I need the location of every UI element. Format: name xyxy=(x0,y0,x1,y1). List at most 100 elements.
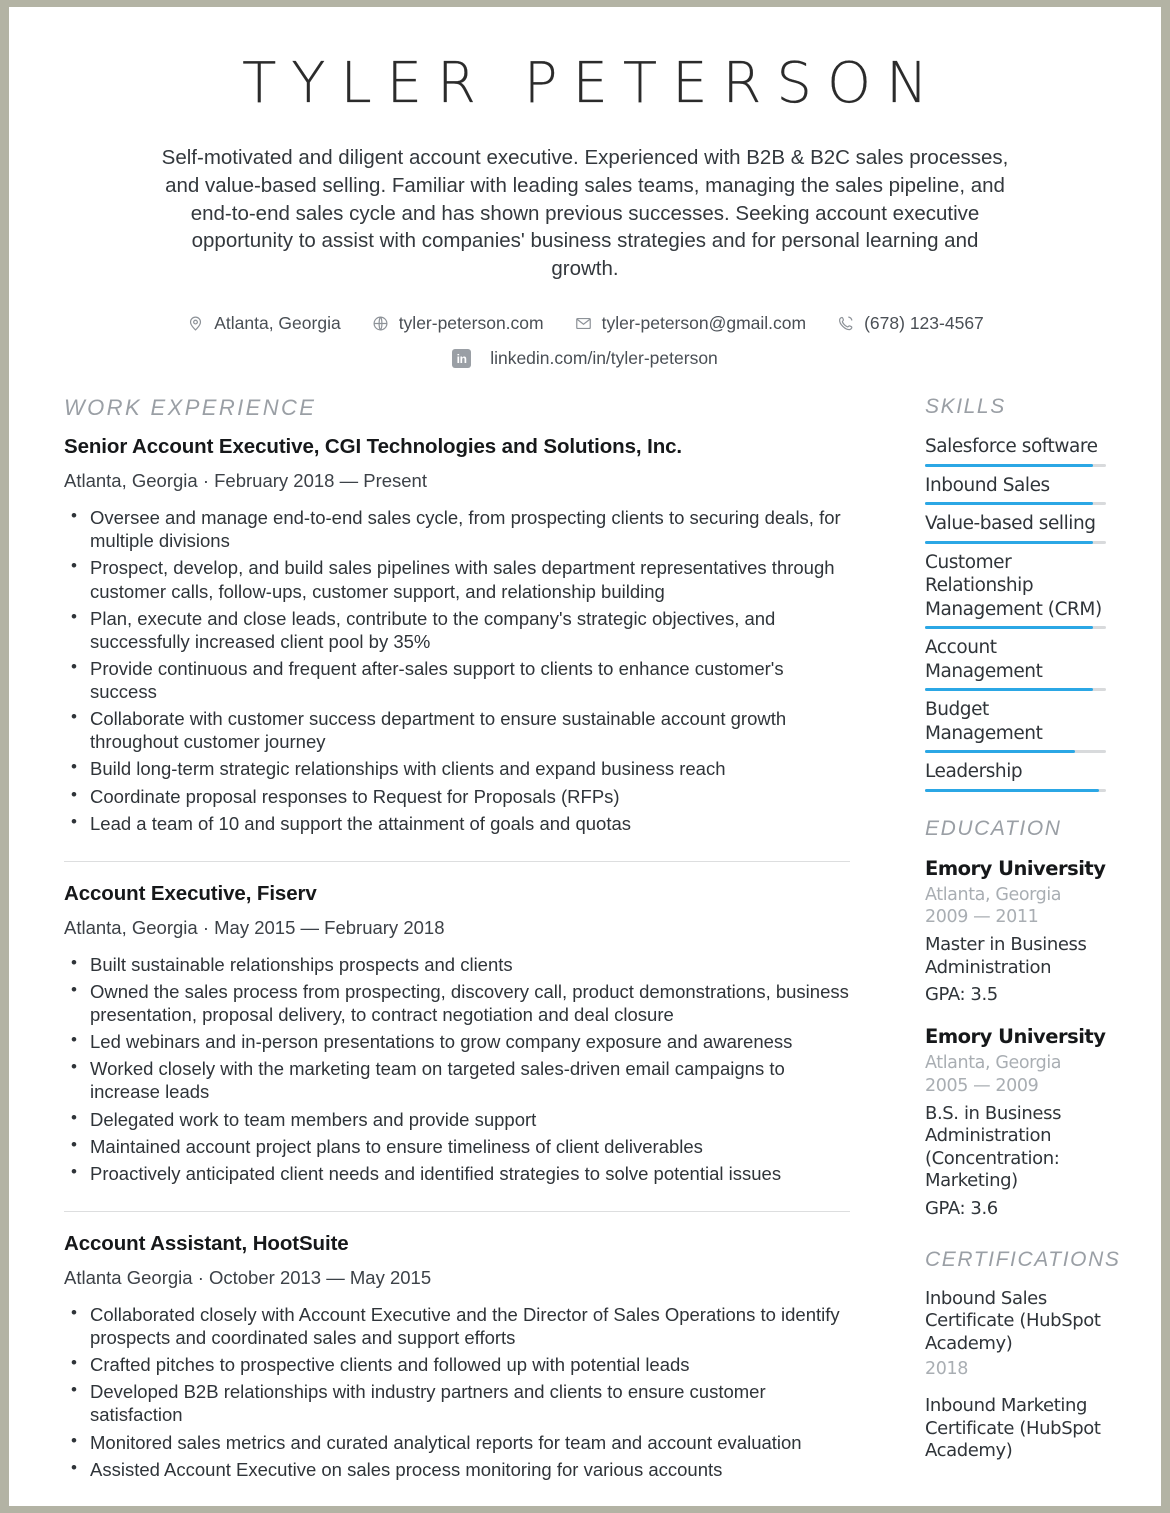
job-entry: Account Executive, Fiserv Atlanta, Georg… xyxy=(64,882,850,1185)
education-school: Emory University xyxy=(925,1025,1106,1048)
job-divider xyxy=(64,860,850,862)
job-divider xyxy=(64,1210,850,1212)
job-bullet: Coordinate proposal responses to Request… xyxy=(71,784,850,808)
resume-page: TYLER PETERSON Self-motivated and dilige… xyxy=(9,7,1161,1506)
contact-website[interactable]: tyler-peterson.com xyxy=(371,313,544,334)
job-bullet: Crafted pitches to prospective clients a… xyxy=(71,1352,850,1376)
education-entry: Emory University Atlanta, Georgia 2005 —… xyxy=(925,1025,1106,1219)
contact-linkedin-text: linkedin.com/in/tyler-peterson xyxy=(490,348,718,369)
skill-item: Account Management xyxy=(925,636,1106,692)
education-entry: Emory University Atlanta, Georgia 2009 —… xyxy=(925,857,1106,1006)
work-experience-column: WORK EXPERIENCE Senior Account Executive… xyxy=(64,395,882,1485)
contact-website-text: tyler-peterson.com xyxy=(398,313,544,334)
certification-entry: Inbound Marketing Certificate (HubSpot A… xyxy=(925,1395,1106,1463)
skill-item: Salesforce software xyxy=(925,435,1106,467)
job-bullet: Maintained account project plans to ensu… xyxy=(71,1134,850,1158)
contact-phone[interactable]: (678) 123-4567 xyxy=(836,313,984,334)
skill-item: Inbound Sales xyxy=(925,474,1106,506)
skill-item: Budget Management xyxy=(925,698,1106,754)
section-title-skills: SKILLS xyxy=(925,395,1006,419)
skill-label: Customer Relationship Management (CRM) xyxy=(925,551,1102,620)
section-title-certifications: CERTIFICATIONS xyxy=(925,1247,1121,1271)
skill-label: Inbound Sales xyxy=(925,474,1050,496)
job-bullet-list: Collaborated closely with Account Execut… xyxy=(64,1302,850,1481)
job-bullet: Monitored sales metrics and curated anal… xyxy=(71,1430,850,1454)
job-bullet: Provide continuous and frequent after-sa… xyxy=(71,656,850,703)
contact-email[interactable]: tyler-peterson@gmail.com xyxy=(574,313,807,334)
globe-icon xyxy=(371,314,390,333)
skill-item: Leadership xyxy=(925,760,1106,792)
professional-summary: Self-motivated and diligent account exec… xyxy=(161,145,1009,281)
certification-name: Inbound Marketing Certificate (HubSpot A… xyxy=(925,1395,1101,1461)
skill-item: Customer Relationship Management (CRM) xyxy=(925,551,1106,630)
job-bullet: Collaborated closely with Account Execut… xyxy=(71,1302,850,1349)
job-bullet: Owned the sales process from prospecting… xyxy=(71,979,850,1026)
education-location: Atlanta, Georgia xyxy=(925,884,1062,905)
job-bullet: Oversee and manage end-to-end sales cycl… xyxy=(71,505,850,552)
certification-year: 2018 xyxy=(925,1359,968,1379)
skill-label: Value-based selling xyxy=(925,513,1096,535)
contact-location-text: Atlanta, Georgia xyxy=(214,313,341,334)
skill-bar xyxy=(925,788,1106,792)
section-title-work-experience: WORK EXPERIENCE xyxy=(64,395,317,421)
phone-icon xyxy=(836,314,855,333)
job-bullet: Built sustainable relationships prospect… xyxy=(71,952,850,976)
job-bullet: Collaborate with customer success depart… xyxy=(71,706,850,753)
job-title: Account Assistant, HootSuite xyxy=(64,1231,349,1255)
job-title: Account Executive, Fiserv xyxy=(64,881,317,905)
education-location: Atlanta, Georgia xyxy=(925,1053,1062,1073)
education-degree: B.S. in Business Administration (Concent… xyxy=(925,1102,1062,1192)
job-bullet: Proactively anticipated client needs and… xyxy=(71,1161,850,1185)
contact-row: Atlanta, Georgia tyler-peterson.com tyle… xyxy=(9,313,1161,334)
contact-phone-text: (678) 123-4567 xyxy=(864,313,984,334)
skill-bar xyxy=(925,502,1106,506)
contact-linkedin[interactable]: in linkedin.com/in/tyler-peterson xyxy=(452,348,718,369)
section-title-education: EDUCATION xyxy=(925,816,1062,840)
education-gpa: GPA: 3.6 xyxy=(925,1197,998,1219)
certification-name: Inbound Sales Certificate (HubSpot Acade… xyxy=(925,1287,1101,1354)
location-pin-icon xyxy=(186,314,205,333)
skill-label: Leadership xyxy=(925,761,1023,783)
job-entry: Account Assistant, HootSuite Atlanta Geo… xyxy=(64,1232,850,1481)
skill-bar xyxy=(925,688,1106,692)
linkedin-row: in linkedin.com/in/tyler-peterson xyxy=(9,348,1161,369)
skill-label: Account Management xyxy=(925,637,1043,682)
job-bullet: Worked closely with the marketing team o… xyxy=(71,1056,850,1103)
job-bullet: Led webinars and in-person presentations… xyxy=(71,1029,850,1053)
certification-entry: Inbound Sales Certificate (HubSpot Acade… xyxy=(925,1288,1106,1380)
job-bullet: Delegated work to team members and provi… xyxy=(71,1107,850,1131)
job-bullet-list: Oversee and manage end-to-end sales cycl… xyxy=(64,505,850,835)
skill-bar xyxy=(925,750,1106,754)
skill-label: Budget Management xyxy=(925,699,1043,744)
job-bullet: Plan, execute and close leads, contribut… xyxy=(71,606,850,653)
job-bullet: Developed B2B relationships with industr… xyxy=(71,1379,850,1426)
education-years: 2009 — 2011 xyxy=(925,907,1039,928)
education-years: 2005 — 2009 xyxy=(925,1075,1039,1096)
contact-location[interactable]: Atlanta, Georgia xyxy=(186,313,341,334)
job-entry: Senior Account Executive, CGI Technologi… xyxy=(64,435,850,835)
page-background: TYLER PETERSON Self-motivated and dilige… xyxy=(0,0,1170,1513)
skill-bar xyxy=(925,626,1106,630)
job-bullet-list: Built sustainable relationships prospect… xyxy=(64,952,850,1185)
job-bullet: Prospect, develop, and build sales pipel… xyxy=(71,555,850,602)
skill-bar xyxy=(925,463,1106,467)
skill-item: Value-based selling xyxy=(925,512,1106,544)
education-degree: Master in Business Administration xyxy=(925,934,1087,978)
education-school: Emory University xyxy=(925,856,1106,880)
job-meta: Atlanta, Georgia · February 2018 — Prese… xyxy=(64,470,427,492)
body-columns: WORK EXPERIENCE Senior Account Executive… xyxy=(9,395,1161,1485)
linkedin-icon: in xyxy=(452,349,472,369)
job-bullet: Lead a team of 10 and support the attain… xyxy=(71,811,850,835)
contact-email-text: tyler-peterson@gmail.com xyxy=(601,313,807,334)
skill-label: Salesforce software xyxy=(925,436,1098,458)
page-title: TYLER PETERSON xyxy=(242,51,943,116)
job-title: Senior Account Executive, CGI Technologi… xyxy=(64,435,683,459)
envelope-icon xyxy=(574,314,593,333)
sidebar-column: SKILLS Salesforce software Inbound Sales… xyxy=(882,395,1121,1472)
education-gpa: GPA: 3.5 xyxy=(925,984,998,1005)
job-bullet: Build long-term strategic relationships … xyxy=(71,756,850,780)
skill-bar xyxy=(925,540,1106,544)
job-meta: Atlanta Georgia · October 2013 — May 201… xyxy=(64,1266,432,1288)
job-meta: Atlanta, Georgia · May 2015 — February 2… xyxy=(64,916,445,938)
job-bullet: Assisted Account Executive on sales proc… xyxy=(71,1457,850,1481)
